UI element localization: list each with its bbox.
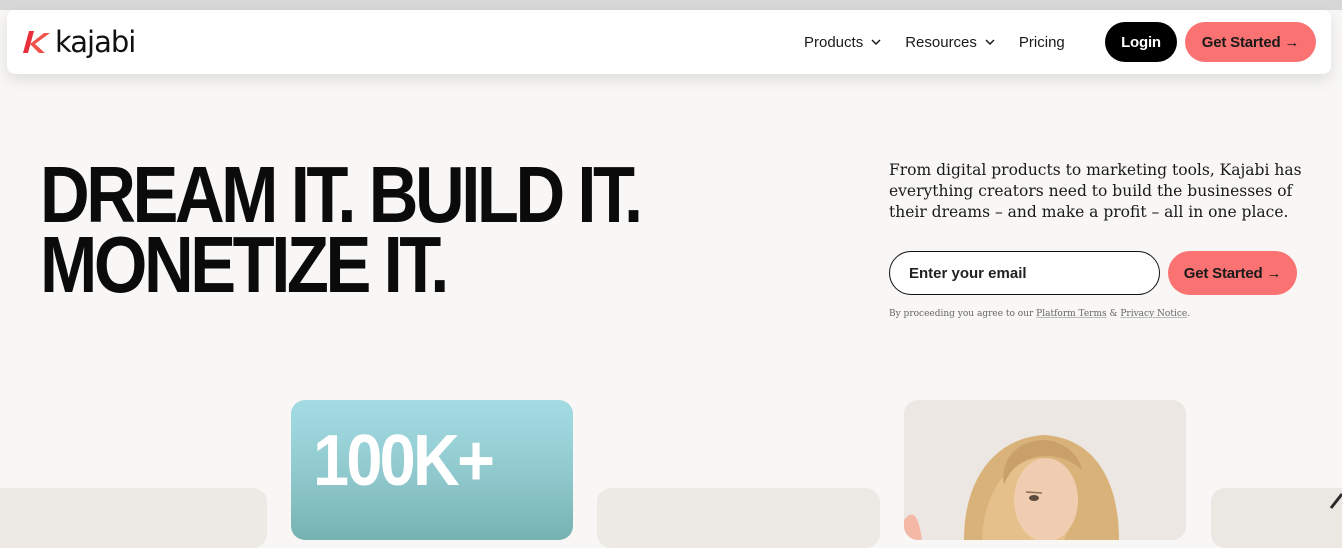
privacy-notice-link[interactable]: Privacy Notice: [1120, 309, 1187, 319]
nav-resources[interactable]: Resources: [905, 34, 996, 51]
get-started-button[interactable]: Get Started →: [1185, 22, 1316, 62]
feature-card: [597, 488, 880, 548]
browser-top-strip: [0, 0, 1342, 10]
feature-card: [1211, 488, 1342, 548]
nav-products[interactable]: Products: [804, 34, 882, 51]
main-nav: Products Resources Pricing: [804, 30, 1088, 54]
decorative-graphic: [1329, 493, 1342, 509]
nav-pricing[interactable]: Pricing: [1019, 34, 1065, 51]
nav-resources-label: Resources: [905, 33, 977, 51]
chevron-down-icon: [871, 39, 881, 46]
creator-photo-card: [904, 400, 1186, 540]
hero-description: From digital products to marketing tools…: [889, 161, 1302, 221]
hero-title: DREAM IT. BUILD IT. MONETIZE IT.: [40, 155, 643, 309]
email-field[interactable]: [889, 251, 1160, 295]
brand-name: kajabi: [55, 24, 136, 59]
feature-card: [0, 488, 267, 548]
chevron-down-icon: [985, 39, 995, 46]
creator-portrait-image: [904, 400, 1186, 540]
login-button[interactable]: Login: [1105, 22, 1177, 62]
kajabi-k-icon: [23, 31, 50, 53]
top-navbar: kajabi Products Resources Pricing Login …: [7, 10, 1331, 74]
nav-products-label: Products: [804, 33, 864, 51]
kajabi-logo[interactable]: kajabi: [22, 24, 136, 60]
hero-get-started-button[interactable]: Get Started →: [1168, 251, 1297, 295]
platform-terms-link[interactable]: Platform Terms: [1036, 309, 1106, 319]
nav-pricing-label: Pricing: [1018, 33, 1065, 51]
consent-prefix: By proceeding you agree to our: [889, 309, 1037, 319]
stat-value: 100K+: [313, 421, 495, 501]
consent-and: &: [1106, 309, 1121, 319]
consent-notice: By proceeding you agree to our Platform …: [889, 309, 1190, 319]
stat-card: 100K+: [291, 400, 573, 540]
consent-suffix: .: [1187, 309, 1191, 319]
hero-title-line-2: MONETIZE IT.: [40, 220, 449, 309]
